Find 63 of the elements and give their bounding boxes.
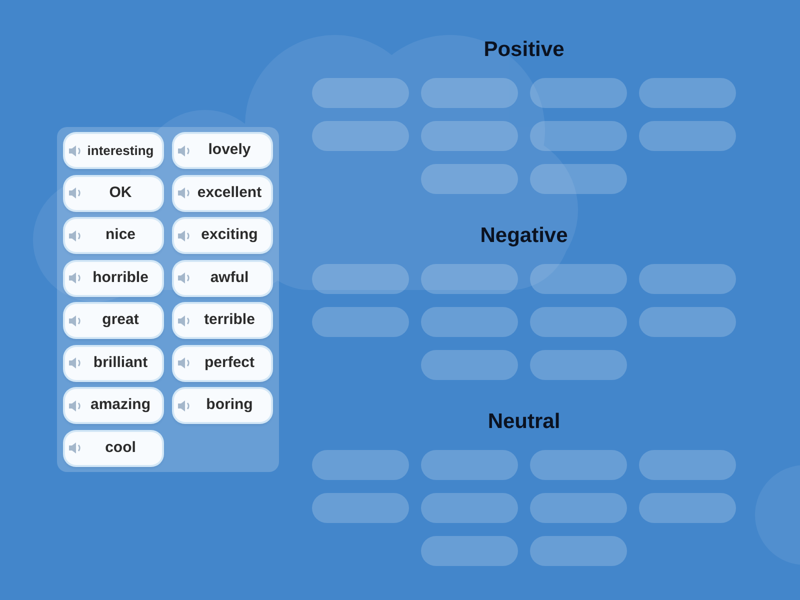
drop-slot[interactable]: [421, 493, 518, 523]
word-card[interactable]: interesting: [65, 134, 162, 167]
speaker-icon[interactable]: [178, 230, 191, 242]
drop-slot[interactable]: [530, 307, 627, 337]
speaker-icon[interactable]: [69, 442, 82, 454]
speaker-icon[interactable]: [178, 144, 191, 156]
word-card[interactable]: terrible: [174, 304, 271, 337]
speaker-icon[interactable]: [69, 230, 82, 242]
speaker-icon[interactable]: [178, 400, 191, 412]
word-card[interactable]: brilliant: [65, 346, 162, 380]
speaker-icon[interactable]: [69, 144, 82, 156]
word-card[interactable]: amazing: [65, 389, 162, 422]
drop-slot[interactable]: [530, 121, 627, 151]
drop-slot[interactable]: [530, 164, 627, 194]
speaker-icon[interactable]: [178, 357, 191, 369]
drop-slot[interactable]: [639, 450, 736, 480]
drop-slot[interactable]: [312, 264, 409, 294]
drop-slot[interactable]: [421, 536, 518, 566]
word-card[interactable]: cool: [65, 432, 162, 464]
speaker-icon[interactable]: [69, 272, 82, 284]
word-card[interactable]: lovely: [174, 134, 271, 167]
speaker-icon[interactable]: [69, 357, 82, 369]
word-card[interactable]: exciting: [174, 219, 271, 252]
drop-slot[interactable]: [421, 264, 518, 294]
drop-slot[interactable]: [530, 493, 627, 523]
drop-slot[interactable]: [530, 78, 627, 108]
category-title: Positive: [484, 38, 564, 62]
speaker-icon[interactable]: [69, 187, 82, 199]
drop-slot[interactable]: [421, 450, 518, 480]
word-card[interactable]: horrible: [65, 262, 162, 294]
word-card[interactable]: boring: [174, 389, 271, 422]
drop-slot[interactable]: [421, 78, 518, 108]
drop-slot[interactable]: [530, 536, 627, 566]
speaker-icon[interactable]: [178, 272, 191, 284]
drop-slot[interactable]: [312, 78, 409, 108]
drop-slot[interactable]: [421, 307, 518, 337]
drop-slot[interactable]: [639, 493, 736, 523]
drop-slot[interactable]: [639, 307, 736, 337]
drop-slot[interactable]: [530, 450, 627, 480]
word-card[interactable]: perfect: [174, 346, 271, 380]
word-card[interactable]: awful: [174, 262, 271, 294]
drop-slot[interactable]: [421, 164, 518, 194]
drop-slot[interactable]: [530, 264, 627, 294]
drop-slot[interactable]: [421, 121, 518, 151]
speaker-icon[interactable]: [69, 314, 82, 326]
speaker-icon[interactable]: [178, 187, 191, 199]
drop-slot[interactable]: [312, 493, 409, 523]
category-title: Neutral: [488, 410, 560, 434]
drop-slot[interactable]: [312, 450, 409, 480]
drop-slot[interactable]: [639, 264, 736, 294]
drop-slot[interactable]: [421, 350, 518, 380]
drop-slot[interactable]: [639, 121, 736, 151]
drop-slot[interactable]: [639, 78, 736, 108]
word-card[interactable]: OK: [65, 176, 162, 210]
word-card[interactable]: nice: [65, 219, 162, 252]
drop-slot[interactable]: [530, 350, 627, 380]
drop-slot[interactable]: [312, 121, 409, 151]
drop-slot[interactable]: [312, 307, 409, 337]
speaker-icon[interactable]: [178, 314, 191, 326]
word-card[interactable]: great: [65, 304, 162, 337]
speaker-icon[interactable]: [69, 400, 82, 412]
category-title: Negative: [480, 224, 568, 248]
word-card[interactable]: excellent: [174, 176, 271, 210]
